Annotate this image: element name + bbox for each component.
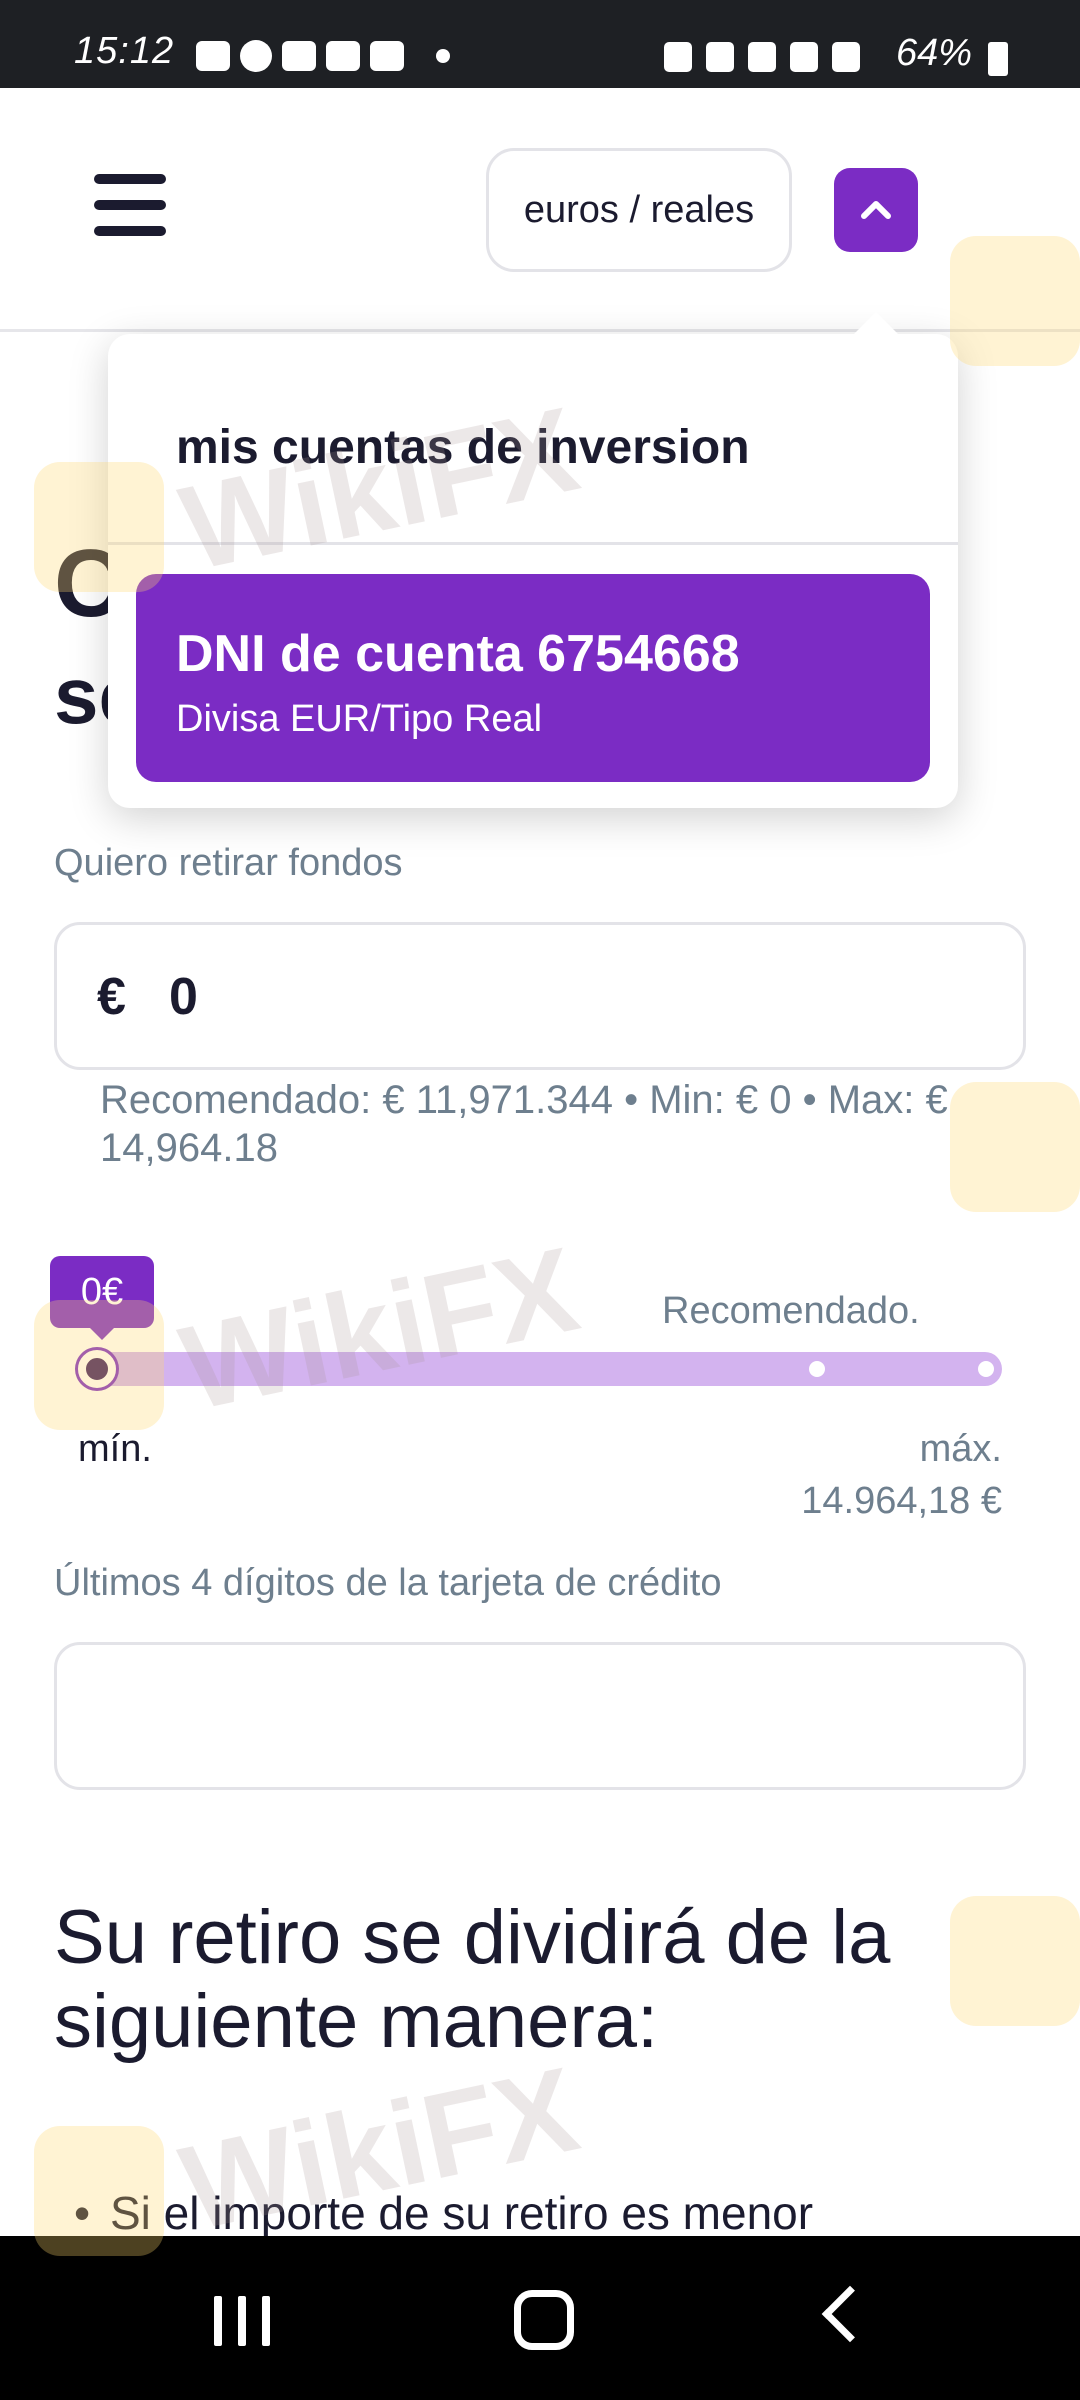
max-mark bbox=[978, 1361, 994, 1377]
slider-min-label: mín. bbox=[78, 1428, 152, 1470]
account-item[interactable]: DNI de cuenta 6754668 Divisa EUR/Tipo Re… bbox=[136, 574, 930, 782]
menu-icon[interactable] bbox=[94, 174, 166, 236]
account-id: DNI de cuenta 6754668 bbox=[176, 625, 740, 683]
battery-percent: 64% bbox=[896, 32, 973, 74]
watermark-logo bbox=[34, 462, 164, 592]
slider-max-value: 14.964,18 € bbox=[801, 1480, 1002, 1522]
back-button[interactable] bbox=[821, 2285, 879, 2343]
card-digits-label: Últimos 4 dígitos de la tarjeta de crédi… bbox=[54, 1562, 722, 1604]
amount-input[interactable]: € 0 bbox=[54, 922, 1026, 1070]
youtube-icon bbox=[370, 41, 404, 71]
account-selector-button[interactable]: euros / reales bbox=[486, 148, 792, 272]
chevron-up-icon bbox=[861, 201, 891, 219]
split-title: Su retiro se dividirá de la siguiente ma… bbox=[54, 1895, 891, 2064]
signal-icon bbox=[832, 42, 860, 72]
battery-icon bbox=[988, 42, 1008, 76]
watermark-logo bbox=[950, 236, 1080, 366]
feed-icon bbox=[282, 41, 316, 71]
withdraw-label: Quiero retirar fondos bbox=[54, 842, 403, 884]
watermark-logo bbox=[950, 1082, 1080, 1212]
wifi-icon bbox=[790, 42, 818, 72]
messenger-icon bbox=[240, 40, 272, 72]
collapse-button[interactable] bbox=[834, 168, 918, 252]
account-detail: Divisa EUR/Tipo Real bbox=[176, 698, 543, 740]
youtube-icon bbox=[326, 41, 360, 71]
notification-icons bbox=[196, 40, 450, 72]
dot-icon bbox=[436, 49, 450, 63]
message-icon bbox=[196, 41, 230, 71]
card-digits-input[interactable] bbox=[54, 1642, 1026, 1790]
home-button[interactable] bbox=[514, 2290, 574, 2350]
app-header: euros / reales bbox=[0, 88, 1080, 332]
status-bar: 15:12 64% bbox=[0, 0, 1080, 88]
slider-max-label: máx. bbox=[919, 1428, 1002, 1470]
recommended-label: Recomendado. bbox=[662, 1290, 920, 1332]
amount-value: 0 bbox=[169, 968, 198, 1026]
recent-apps-button[interactable] bbox=[214, 2296, 270, 2346]
location-icon bbox=[748, 42, 776, 72]
watermark-logo bbox=[950, 1896, 1080, 2026]
currency-symbol: € bbox=[97, 968, 126, 1026]
recommended-mark bbox=[809, 1361, 826, 1377]
watermark-logo bbox=[34, 2126, 164, 2256]
system-nav-bar bbox=[0, 2236, 1080, 2400]
status-time: 15:12 bbox=[74, 30, 175, 72]
system-icons bbox=[664, 42, 860, 72]
lock-icon bbox=[664, 42, 692, 72]
amount-hint: Recomendado: € 11,971.344 • Min: € 0 • M… bbox=[100, 1078, 948, 1170]
alarm-icon bbox=[706, 42, 734, 72]
dropdown-caret bbox=[852, 312, 900, 336]
watermark-text: WikiFX bbox=[170, 1221, 589, 1437]
watermark-logo bbox=[34, 1300, 164, 1430]
